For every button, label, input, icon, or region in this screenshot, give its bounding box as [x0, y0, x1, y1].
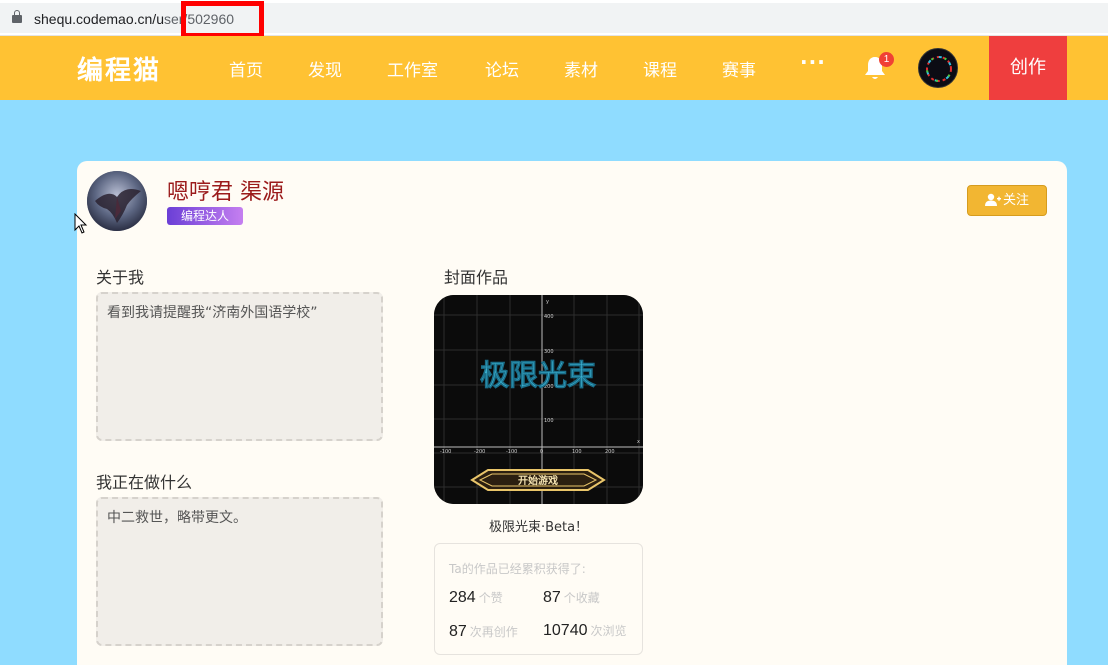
axis-tick-y: 100: [544, 418, 554, 424]
stat-likes: 284 个赞: [449, 587, 503, 607]
stat-favorites-unit: 个收藏: [563, 591, 600, 605]
top-navigation: 编程猫 首页 发现 工作室 论坛 素材 课程 赛事 ··· 1 创作: [0, 36, 1108, 100]
nav-courses[interactable]: 课程: [643, 56, 677, 81]
stat-likes-unit: 个赞: [478, 591, 503, 605]
cover-title: 封面作品: [444, 268, 509, 287]
axis-tick-y: 300: [544, 349, 554, 355]
stat-remixes: 87 次再创作: [449, 621, 518, 641]
stats-panel: Ta的作品已经累积获得了: 284 个赞 87 个收藏 87 次再创作 10740 次浏…: [434, 543, 643, 655]
site-logo[interactable]: 编程猫: [77, 50, 161, 87]
axis-tick-x: -100: [440, 449, 451, 455]
axis-tick-x: 100: [572, 449, 582, 455]
highlight-box: [181, 1, 264, 38]
axis-tick-y: 400: [544, 314, 554, 320]
stat-views-value: 10740: [543, 622, 588, 639]
notification-badge: 1: [879, 52, 894, 67]
nav-more-button[interactable]: ···: [800, 50, 826, 74]
about-text: 看到我请提醒我“济南外国语学校”: [96, 292, 383, 441]
user-avatar[interactable]: [918, 48, 958, 88]
start-game-button: 开始游戏: [518, 474, 558, 487]
stat-likes-value: 284: [449, 589, 476, 606]
cursor-icon: [74, 213, 88, 234]
dragon-avatar-icon: [87, 171, 147, 231]
stats-heading: Ta的作品已经累积获得了:: [449, 562, 586, 576]
avatar-ring-icon: [926, 56, 952, 82]
stat-remixes-value: 87: [449, 623, 467, 640]
stat-favorites-value: 87: [543, 589, 561, 606]
axis-x-label: x: [637, 439, 640, 445]
game-title: 极限光束: [480, 358, 596, 392]
nav-discover[interactable]: 发现: [308, 56, 342, 81]
axis-tick-x: -100: [506, 449, 517, 455]
level-badge: 编程达人: [167, 207, 244, 225]
lock-icon: [12, 10, 22, 23]
browser-address-bar: shequ.codemao.cn/user/502960: [0, 0, 1108, 38]
profile-avatar[interactable]: [87, 171, 147, 231]
cover-image: y x 400 300 200 100 -100 -200 -100 0 100…: [434, 295, 643, 504]
nav-home[interactable]: 首页: [229, 56, 263, 81]
axis-tick-x: -200: [474, 449, 485, 455]
axis-tick-x: 0: [540, 449, 543, 455]
axis-y-label: y: [546, 299, 549, 305]
url-field[interactable]: shequ.codemao.cn/user/502960: [0, 3, 1108, 33]
username: 嗯哼君 渠源: [167, 180, 284, 205]
follow-button[interactable]: 关注: [967, 185, 1047, 216]
about-title: 关于我: [96, 268, 145, 287]
follow-label: 关注: [1002, 193, 1029, 208]
axis-tick-x: 200: [605, 449, 615, 455]
cover-work-thumbnail[interactable]: y x 400 300 200 100 -100 -200 -100 0 100…: [434, 295, 643, 504]
user-plus-icon: [984, 193, 1001, 206]
nav-materials[interactable]: 素材: [564, 56, 598, 81]
nav-studio[interactable]: 工作室: [387, 56, 438, 81]
stat-remixes-unit: 次再创作: [469, 625, 518, 639]
doing-text: 中二救世，略带更文。: [96, 497, 383, 646]
cover-work-name[interactable]: 极限光束·Beta！: [434, 516, 643, 535]
stat-views-unit: 次浏览: [590, 624, 627, 638]
create-button[interactable]: 创作: [989, 36, 1067, 100]
nav-events[interactable]: 赛事: [722, 56, 756, 81]
stat-views: 10740 次浏览: [543, 621, 638, 640]
stat-favorites: 87 个收藏: [543, 587, 600, 607]
doing-title: 我正在做什么: [96, 473, 193, 492]
nav-forum[interactable]: 论坛: [485, 56, 519, 81]
profile-card: 嗯哼君 渠源 编程达人 关注 关于我 看到我请提醒我“济南外国语学校” 我正在做…: [77, 161, 1067, 665]
